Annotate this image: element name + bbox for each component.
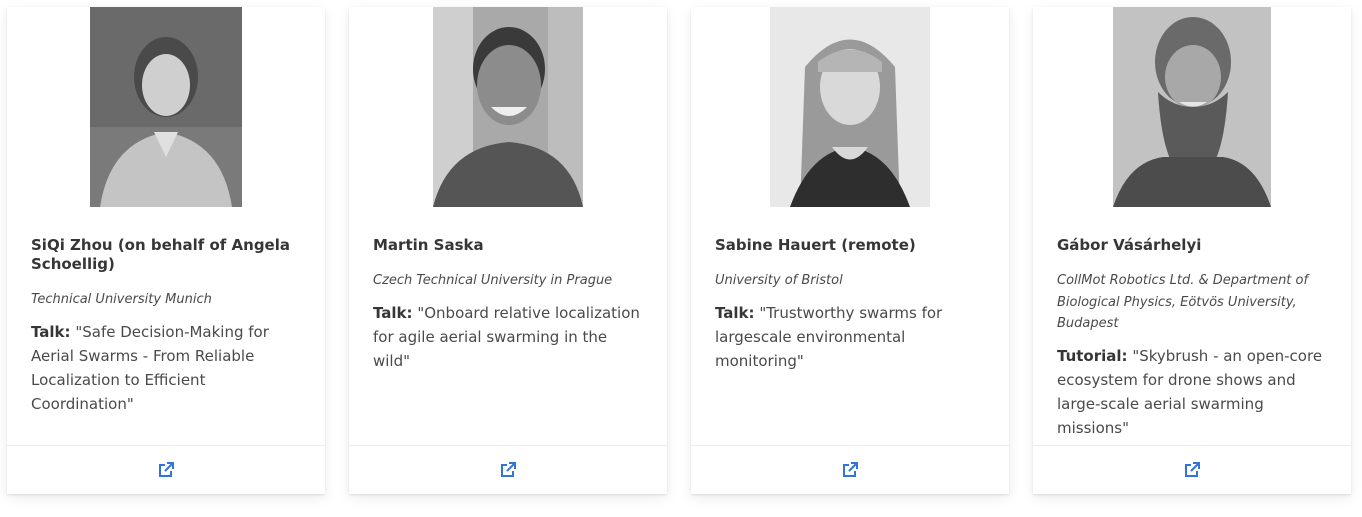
talk-type-label: Tutorial:: [1057, 346, 1128, 365]
speaker-photo: [90, 7, 242, 207]
speaker-photo: [1113, 7, 1271, 207]
speaker-name: Gábor Vásárhelyi: [1057, 236, 1202, 254]
speaker-affiliation: CollMot Robotics Ltd. & Department of Bi…: [1057, 273, 1309, 331]
speaker-card: Gábor Vásárhelyi CollMot Robotics Ltd. &…: [1033, 7, 1351, 494]
card-footer: [691, 445, 1009, 494]
speaker-talk: Talk: "Onboard relative localization for…: [373, 301, 647, 373]
external-link-icon[interactable]: [157, 461, 175, 479]
speaker-talk: Talk: "Trustworthy swarms for largescale…: [715, 301, 989, 373]
speaker-talk: Tutorial: "Skybrush - an open-core ecosy…: [1057, 344, 1331, 440]
speaker-affiliation: Czech Technical University in Prague: [373, 273, 613, 288]
speaker-affiliation: Technical University Munich: [31, 292, 212, 307]
card-footer: [349, 445, 667, 494]
speaker-name: SiQi Zhou (on behalf of Angela Schoellig…: [31, 236, 290, 273]
talk-type-label: Talk:: [715, 303, 755, 322]
speakers-grid: SiQi Zhou (on behalf of Angela Schoellig…: [0, 0, 1362, 517]
talk-type-label: Talk:: [31, 322, 71, 341]
external-link-icon[interactable]: [1183, 461, 1201, 479]
speaker-name: Martin Saska: [373, 236, 484, 254]
speaker-info: Gábor Vásárhelyi CollMot Robotics Ltd. &…: [1057, 236, 1331, 440]
talk-type-label: Talk:: [373, 303, 413, 322]
speaker-card: Sabine Hauert (remote) University of Bri…: [691, 7, 1009, 494]
talk-title: "Onboard relative localization for agile…: [373, 303, 640, 370]
speaker-photo: [770, 7, 930, 207]
speaker-card: Martin Saska Czech Technical University …: [349, 7, 667, 494]
external-link-icon[interactable]: [499, 461, 517, 479]
card-footer: [7, 445, 325, 494]
speaker-info: SiQi Zhou (on behalf of Angela Schoellig…: [31, 236, 305, 416]
speaker-info: Martin Saska Czech Technical University …: [373, 236, 647, 373]
card-footer: [1033, 445, 1351, 494]
speaker-photo: [433, 7, 583, 207]
speaker-affiliation: University of Bristol: [715, 273, 843, 288]
speaker-name: Sabine Hauert (remote): [715, 236, 916, 254]
speaker-card: SiQi Zhou (on behalf of Angela Schoellig…: [7, 7, 325, 494]
speaker-talk: Talk: "Safe Decision-Making for Aerial S…: [31, 320, 305, 416]
speaker-info: Sabine Hauert (remote) University of Bri…: [715, 236, 989, 373]
external-link-icon[interactable]: [841, 461, 859, 479]
